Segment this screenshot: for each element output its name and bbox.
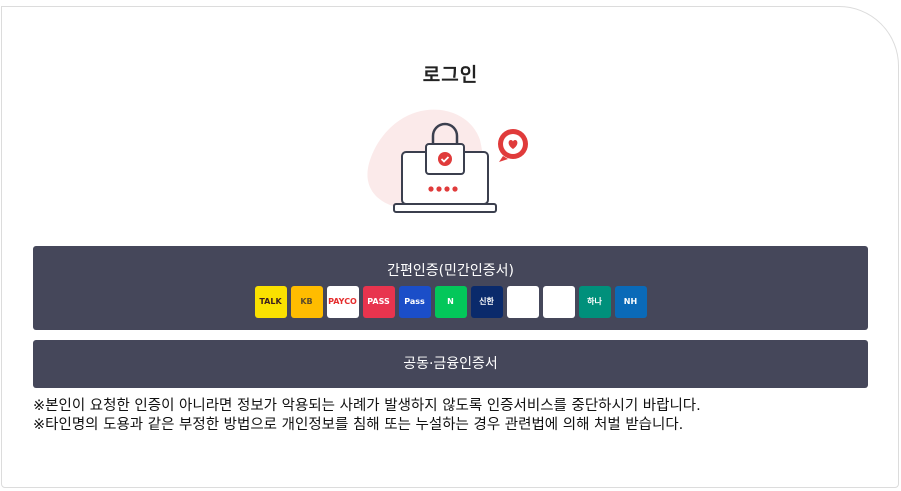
notice-line: ※본인이 요청한 인증이 아니라면 정보가 악용되는 사례가 발생하지 않도록 … [33, 398, 701, 414]
provider-icons: TALK KB PAYCO PASS Pass N 신한 하나 NH [33, 286, 868, 318]
pass-icon[interactable]: PASS [362, 286, 395, 318]
certificate-auth-button[interactable]: 공동·금융인증서 [33, 340, 868, 388]
samsung-pass-icon[interactable]: Pass [398, 286, 431, 318]
simple-auth-button[interactable]: 간편인증(민간인증서) TALK KB PAYCO PASS Pass N 신한 하나 NH [33, 246, 868, 330]
shinhan-bank-icon[interactable]: 신한 [470, 286, 503, 318]
notice-line: ※타인명의 도용과 같은 부정한 방법으로 개인정보를 침해 또는 누설하는 경… [33, 417, 684, 433]
toss-icon[interactable] [506, 286, 539, 318]
password-dot [436, 186, 442, 192]
kb-bank-icon[interactable]: KB [290, 286, 323, 318]
secure-laptop-illustration [367, 109, 528, 213]
payco-icon[interactable]: PAYCO [326, 286, 359, 318]
banksalad-icon[interactable] [542, 286, 575, 318]
notice-text: ※본인이 요청한 인증이 아니라면 정보가 악용되는 사례가 발생하지 않도록 … [33, 397, 701, 435]
page-title: 로그인 [422, 64, 479, 86]
kakaotalk-icon[interactable]: TALK [254, 286, 287, 318]
check-circle [438, 152, 452, 166]
hana-bank-icon[interactable]: 하나 [578, 286, 611, 318]
password-dot [428, 186, 434, 192]
laptop-base [393, 203, 497, 213]
naver-icon[interactable]: N [434, 286, 467, 318]
password-dot [452, 186, 458, 192]
simple-auth-label: 간편인증(민간인증서) [387, 263, 514, 279]
password-dot [444, 186, 450, 192]
nh-bank-icon[interactable]: NH [614, 286, 647, 318]
